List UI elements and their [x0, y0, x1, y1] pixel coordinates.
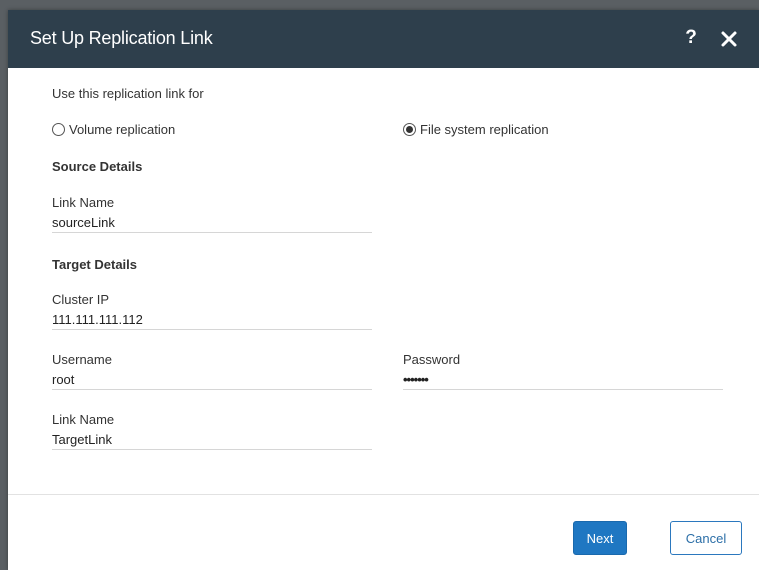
file-system-replication-label: File system replication	[420, 121, 549, 137]
cluster-ip-input[interactable]	[52, 309, 372, 330]
next-button[interactable]: Next	[573, 521, 627, 555]
username-label: Username	[52, 352, 112, 367]
password-field: Password	[403, 352, 723, 390]
cluster-ip-label: Cluster IP	[52, 292, 110, 307]
file-system-replication-radio[interactable]: File system replication	[403, 120, 549, 138]
use-link-for-label: Use this replication link for	[52, 86, 204, 101]
source-link-name-label: Link Name	[52, 195, 115, 210]
file-system-replication-radio-circle[interactable]	[403, 122, 416, 136]
username-field: Username	[52, 352, 372, 390]
target-link-name-field: Link Name	[52, 412, 372, 450]
close-icon	[721, 31, 737, 47]
source-details-heading: Source Details	[52, 159, 143, 174]
dialog-title: Set Up Replication Link	[30, 28, 213, 48]
close-button[interactable]	[716, 26, 742, 52]
volume-replication-radio[interactable]: Volume replication	[52, 120, 175, 138]
cancel-button[interactable]: Cancel	[670, 521, 742, 555]
footer-divider	[8, 494, 759, 495]
help-button[interactable]: ?	[681, 25, 701, 51]
source-link-name-field: Link Name	[52, 195, 372, 233]
replication-dialog: Set Up Replication Link ? Use this repli…	[8, 10, 759, 570]
username-input[interactable]	[52, 369, 372, 390]
target-link-name-input[interactable]	[52, 429, 372, 450]
password-input[interactable]	[403, 369, 723, 390]
volume-replication-radio-circle[interactable]	[52, 122, 65, 136]
target-link-name-label: Link Name	[52, 412, 115, 427]
target-details-heading: Target Details	[52, 257, 138, 272]
password-label: Password	[403, 352, 461, 367]
source-link-name-input[interactable]	[52, 212, 372, 233]
dialog-body: Use this replication link for Volume rep…	[8, 68, 759, 494]
cluster-ip-field: Cluster IP	[52, 292, 372, 330]
volume-replication-label: Volume replication	[69, 121, 176, 137]
dialog-titlebar: Set Up Replication Link ?	[8, 10, 759, 68]
